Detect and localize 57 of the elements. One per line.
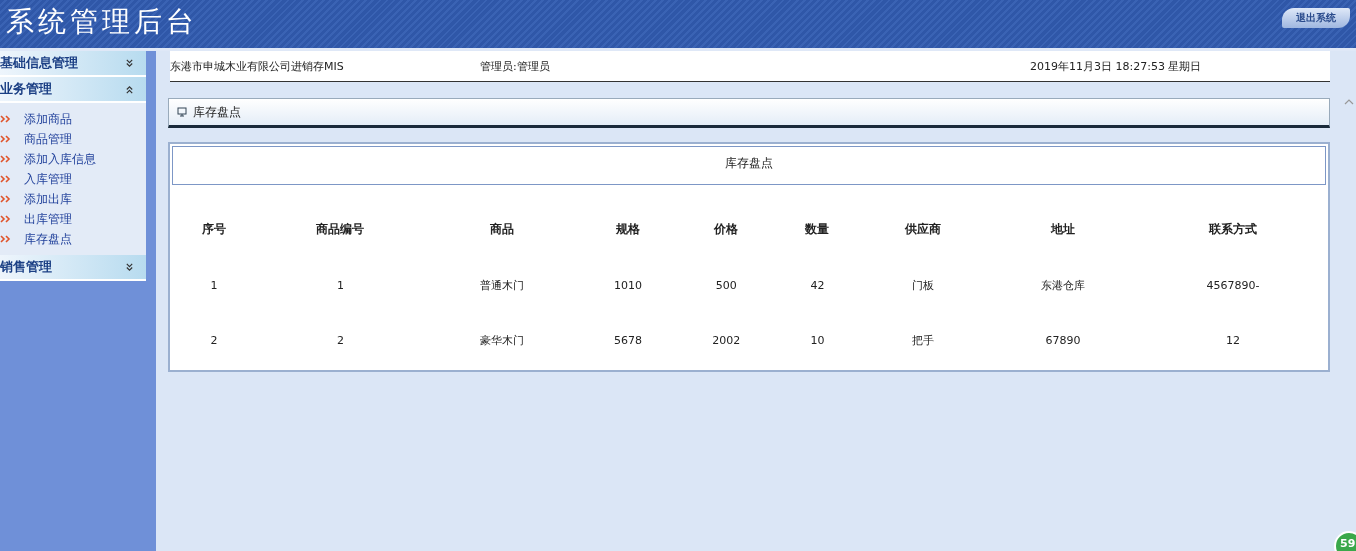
- column-header: 地址: [1049, 221, 1076, 238]
- column-header: 商品编号: [315, 221, 366, 238]
- menu-item[interactable]: 库存盘点: [24, 230, 72, 248]
- double-arrow-icon: [0, 135, 12, 143]
- table-cell-text: 5678: [613, 333, 643, 349]
- table-cell-text: 1010: [613, 278, 643, 294]
- menu-item[interactable]: 添加入库信息: [24, 150, 96, 168]
- double-arrow-icon: [0, 195, 12, 203]
- menu-section-header[interactable]: 业务管理: [0, 77, 146, 103]
- table-cell-text: 67890: [1044, 333, 1082, 349]
- current-user: 管理员:管理员: [480, 58, 551, 74]
- date-time: 2019年11月3日 18:27:53 星期日: [1030, 58, 1202, 74]
- chevron-icon: [125, 84, 134, 94]
- table-cell-text: 42: [809, 278, 826, 294]
- menu-item[interactable]: 入库管理: [24, 170, 72, 188]
- table-cell-text: 500: [714, 278, 738, 294]
- column-header: 规格: [615, 221, 641, 238]
- column-header: 商品: [488, 221, 515, 238]
- logout-button[interactable]: 退出系统: [1282, 8, 1350, 28]
- table-cell-text: 10: [809, 333, 826, 349]
- table-cell-text: 2: [335, 333, 345, 349]
- menu-item[interactable]: 出库管理: [24, 210, 72, 228]
- chevron-icon: [125, 262, 134, 272]
- column-header: 序号: [201, 221, 228, 238]
- app-title: 系统管理后台: [6, 4, 198, 40]
- double-arrow-icon: [0, 155, 12, 163]
- double-arrow-icon: [0, 235, 12, 243]
- double-arrow-icon: [0, 215, 12, 223]
- table-cell-text: 2: [209, 333, 219, 349]
- column-header: 供应商: [903, 221, 942, 238]
- table-cell-text: 东港仓库: [1040, 278, 1086, 294]
- menu-item[interactable]: 添加商品: [24, 110, 72, 128]
- table-cell-text: 门板: [910, 278, 935, 294]
- table-cell-text: 把手: [910, 333, 935, 349]
- table-cell-text: 4567890-: [1205, 278, 1261, 294]
- table-cell-text: 1: [335, 278, 345, 294]
- monitor-icon: [177, 107, 187, 117]
- table-cell-text: 1: [209, 278, 219, 294]
- column-header: 价格: [713, 221, 740, 238]
- column-header: 数量: [804, 221, 831, 238]
- menu-section-header[interactable]: 销售管理: [0, 255, 146, 281]
- menu-section-header[interactable]: 基础信息管理: [0, 51, 146, 77]
- double-arrow-icon: [0, 115, 12, 123]
- scroll-up-icon[interactable]: [1344, 99, 1354, 105]
- table-cell-text: 豪华木门: [478, 333, 525, 349]
- panel-title: 库存盘点: [193, 103, 241, 121]
- chevron-icon: [125, 58, 134, 68]
- menu-item[interactable]: 添加出库: [24, 190, 72, 208]
- table-caption: 库存盘点: [172, 146, 1326, 185]
- table-cell-text: 普通木门: [478, 278, 525, 294]
- company-name: 东港市申城木业有限公司进销存MIS: [170, 58, 345, 74]
- table-cell-text: 2002: [711, 333, 742, 349]
- speed-badge: 59: [1334, 531, 1356, 551]
- table-cell-text: 12: [1225, 333, 1242, 349]
- column-header: 联系方式: [1207, 221, 1259, 238]
- menu-item[interactable]: 商品管理: [24, 130, 72, 148]
- double-arrow-icon: [0, 175, 12, 183]
